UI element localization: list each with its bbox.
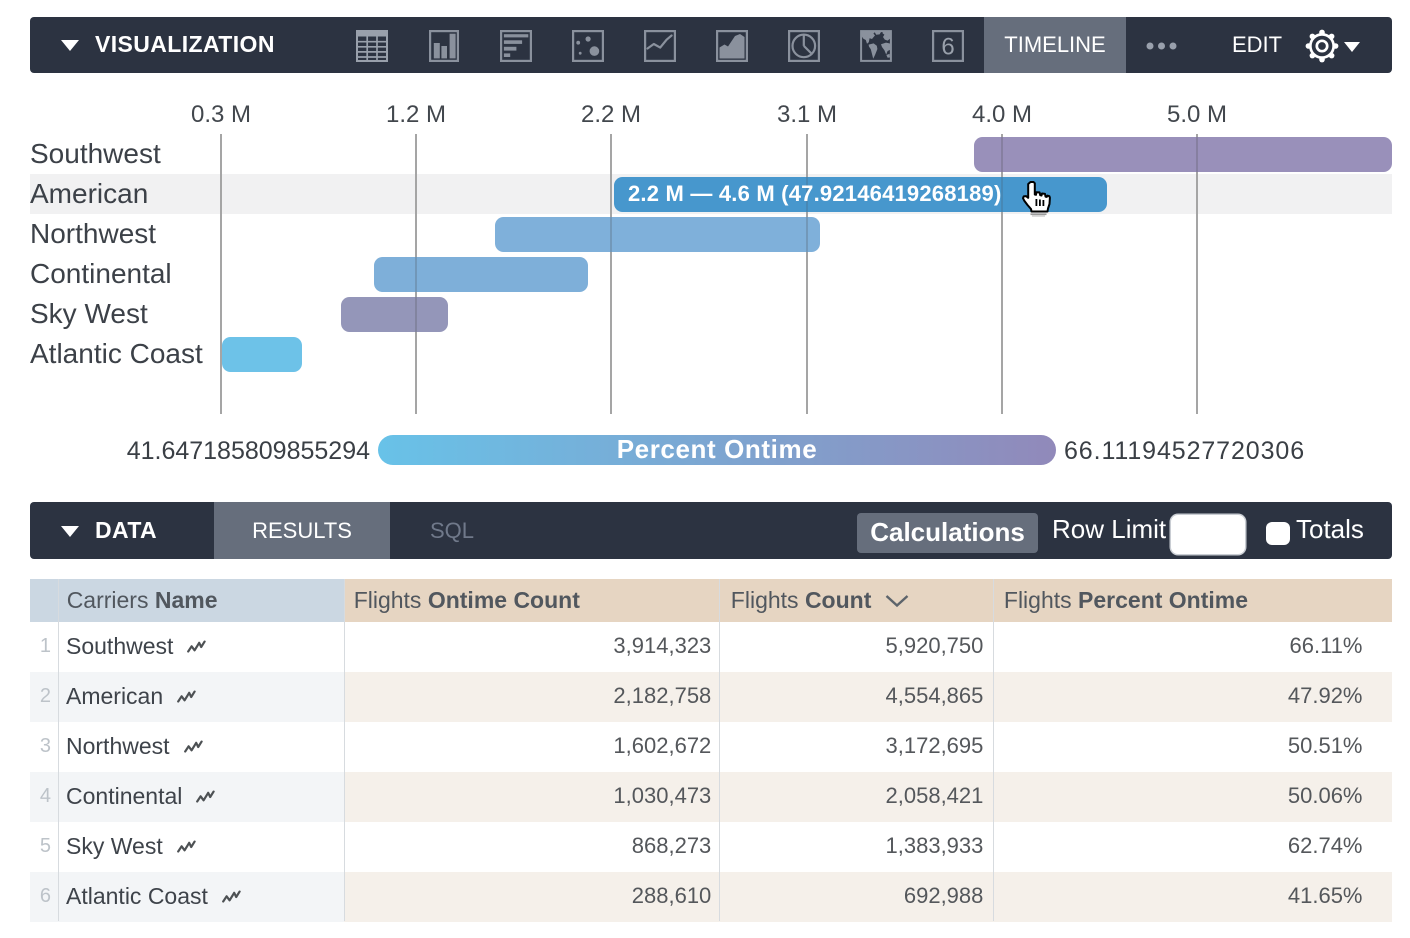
svg-text:6: 6 [941,34,954,61]
